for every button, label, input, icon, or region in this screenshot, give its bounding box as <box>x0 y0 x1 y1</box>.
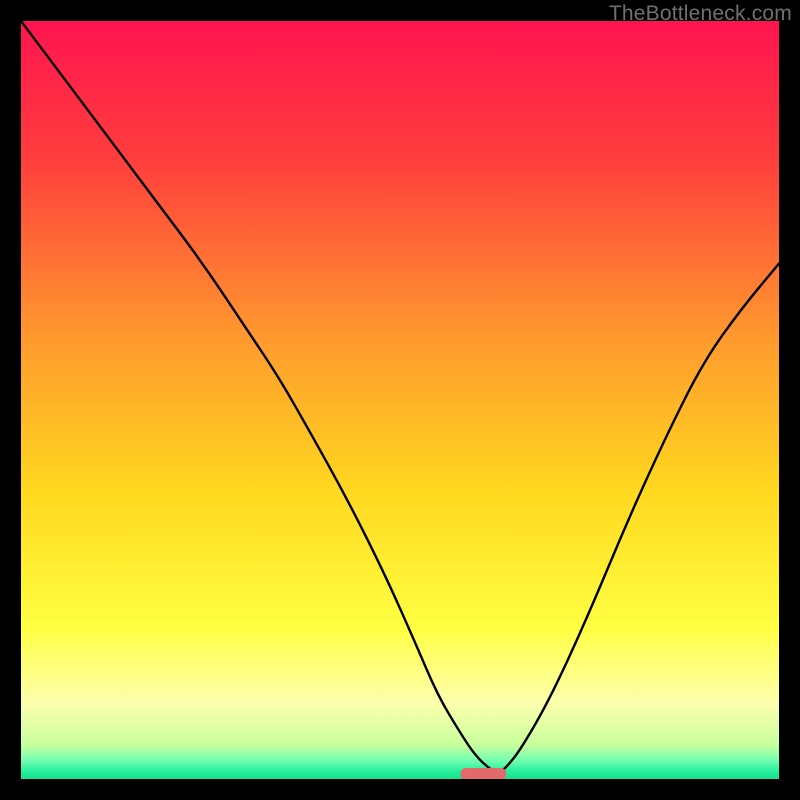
chart-frame: TheBottleneck.com <box>0 0 800 800</box>
plot-area <box>21 21 779 779</box>
optimal-range-marker <box>461 768 506 779</box>
bottleneck-chart-svg <box>21 21 779 779</box>
gradient-background <box>21 21 779 779</box>
